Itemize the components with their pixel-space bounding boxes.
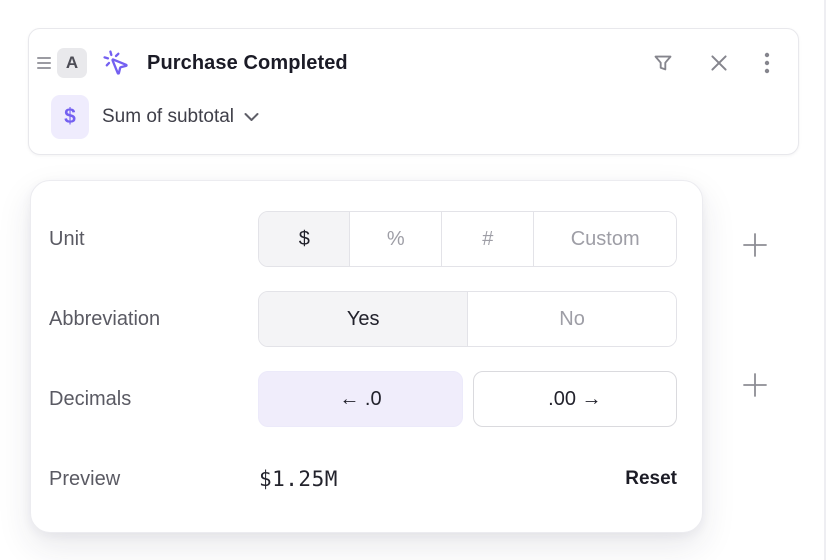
drag-handle-icon[interactable] [37,57,51,69]
decimals-label: Decimals [49,388,258,411]
close-icon[interactable] [708,52,730,74]
abbreviation-option-yes[interactable]: Yes [259,292,467,346]
event-title[interactable]: Purchase Completed [147,52,348,75]
unit-segmented-control: $ % # Custom [258,211,677,267]
abbreviation-label: Abbreviation [49,308,258,331]
decimals-row: Decimals ← .0 .00 → [49,371,677,427]
filter-icon[interactable] [652,52,674,74]
kebab-menu-icon[interactable] [764,52,770,74]
decimals-controls: ← .0 .00 → [258,371,677,427]
dollar-icon: $ [51,95,89,139]
preview-row: Preview $1.25M Reset [49,451,677,507]
event-card-header: A Purchase Completed [29,45,798,81]
abbreviation-option-no[interactable]: No [467,292,676,346]
unit-option-dollar[interactable]: $ [259,212,349,266]
event-label-badge: A [57,48,87,78]
chevron-down-icon [244,112,259,122]
metric-label: Sum of subtotal [102,106,234,128]
unit-option-percent[interactable]: % [349,212,441,266]
format-panel: Unit $ % # Custom Abbreviation Yes No De… [30,180,703,533]
metric-selector[interactable]: $ Sum of subtotal [29,95,798,139]
unit-row: Unit $ % # Custom [49,211,677,267]
reset-button[interactable]: Reset [625,468,677,490]
unit-label: Unit [49,228,258,251]
preview-label: Preview [49,468,259,491]
preview-value: $1.25M [259,467,338,491]
unit-option-custom[interactable]: Custom [533,212,676,266]
abbreviation-row: Abbreviation Yes No [49,291,677,347]
abbreviation-segmented-control: Yes No [258,291,677,347]
add-button-bottom[interactable] [738,368,772,402]
add-button-top[interactable] [738,228,772,262]
decrease-decimals-button[interactable]: ← .0 [258,371,462,427]
mouse-pointer-click-icon [101,48,131,78]
increase-decimals-button[interactable]: .00 → [473,371,677,427]
event-card: A Purchase Completed [28,28,799,155]
unit-option-number[interactable]: # [441,212,533,266]
event-header-actions [652,52,770,74]
